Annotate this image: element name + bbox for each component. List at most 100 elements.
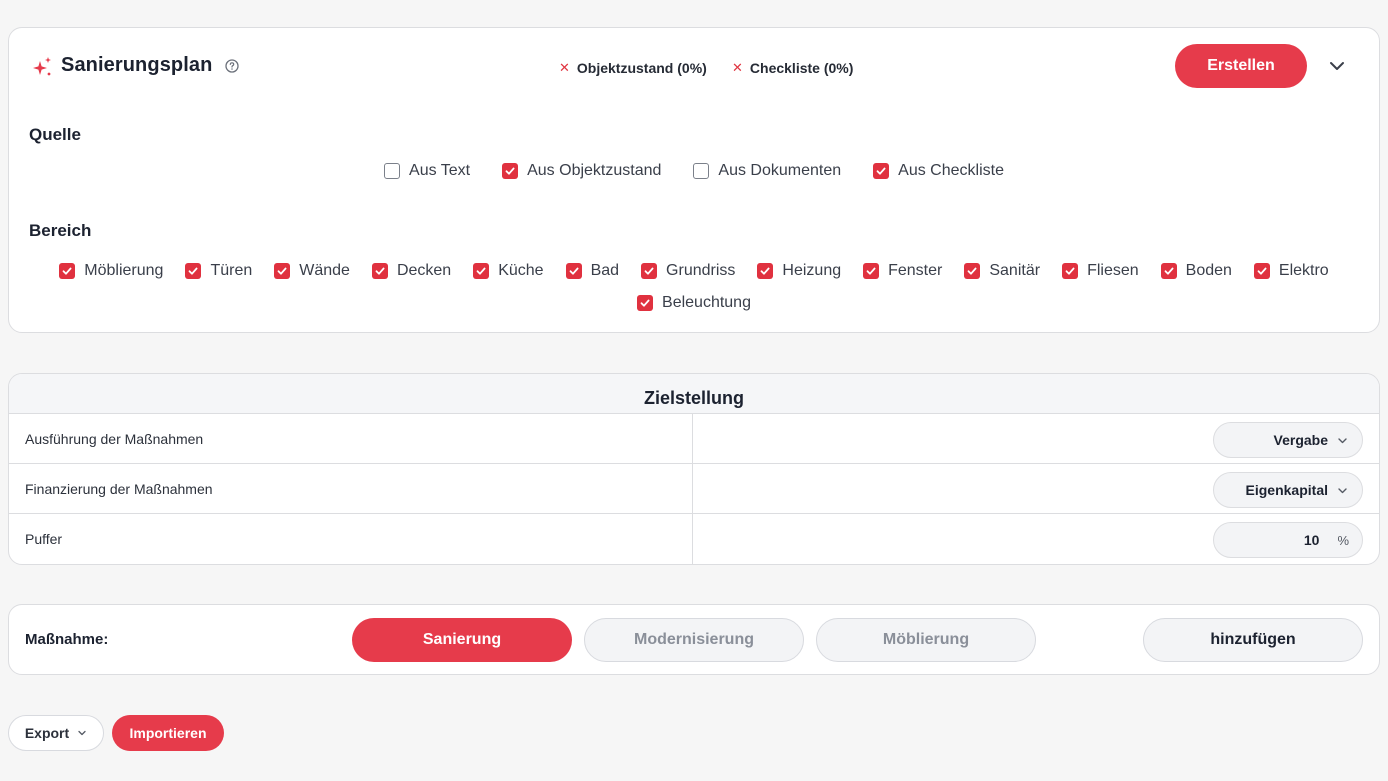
- checkbox-checked[interactable]: [1160, 263, 1177, 279]
- status-label: Checkliste (0%): [749, 60, 854, 76]
- checkbox-checked[interactable]: [863, 263, 880, 279]
- massnahme-label: Maßnahme:: [25, 631, 109, 648]
- quelle-options: Aus Text Aus Objektzustand Aus Dokumente…: [9, 162, 1379, 180]
- checkbox-checked[interactable]: [637, 295, 654, 311]
- help-circle-icon[interactable]: [225, 59, 239, 73]
- status-label: Objektzustand (0%): [576, 60, 707, 76]
- checkbox-label: Decken: [396, 262, 452, 279]
- checkbox-checked[interactable]: [59, 263, 76, 279]
- checkmark-icon: [1257, 267, 1267, 275]
- ausfuehrung-select[interactable]: Vergabe: [1213, 422, 1363, 458]
- checkbox-label: Küche: [498, 262, 544, 279]
- status-checkliste: ✕ Checkliste (0%): [732, 60, 853, 76]
- checkbox-checked[interactable]: [565, 263, 582, 279]
- checkbox-checked[interactable]: [274, 263, 291, 279]
- chevron-down-icon[interactable]: [1327, 56, 1347, 76]
- quelle-option-aus-text[interactable]: Aus Text: [384, 162, 470, 180]
- finanzierung-select[interactable]: Eigenkapital: [1213, 472, 1363, 508]
- bereich-label: Bereich: [29, 221, 92, 240]
- checkbox-checked[interactable]: [1253, 263, 1270, 279]
- bereich-option-beleuchtung[interactable]: Beleuchtung: [637, 294, 751, 312]
- export-button[interactable]: Export: [8, 715, 104, 751]
- checkbox-label: Aus Checkliste: [898, 162, 1004, 179]
- checkbox-label: Aus Dokumenten: [718, 162, 842, 179]
- checkbox-label: Wände: [299, 262, 350, 279]
- bereich-option-decken[interactable]: Decken: [371, 262, 452, 280]
- checkbox-label: Boden: [1185, 262, 1232, 279]
- bereich-options: Möblierung Türen Wände Decken Küche Bad …: [9, 262, 1379, 280]
- checkbox-checked[interactable]: [873, 163, 890, 179]
- checkmark-icon: [277, 267, 287, 275]
- checkmark-icon: [189, 267, 198, 275]
- row-label: Finanzierung der Maßnahmen: [9, 464, 693, 513]
- chevron-down-icon: [1338, 487, 1347, 493]
- puffer-input[interactable]: 10 %: [1213, 522, 1363, 558]
- bereich-options-row2: Beleuchtung: [9, 294, 1379, 312]
- quelle-option-aus-objektzustand[interactable]: Aus Objektzustand: [502, 162, 661, 180]
- checkmark-icon: [640, 299, 650, 307]
- bereich-option-sanitaer[interactable]: Sanitär: [964, 262, 1040, 280]
- bereich-option-heizung[interactable]: Heizung: [757, 262, 841, 280]
- checkbox-checked[interactable]: [964, 263, 981, 279]
- quelle-option-aus-checkliste[interactable]: Aus Checkliste: [873, 162, 1004, 180]
- checkbox-label: Bad: [590, 262, 620, 279]
- checkbox-label: Sanitär: [989, 262, 1041, 279]
- row-value-cell: Vergabe: [693, 414, 1379, 463]
- checkmark-icon: [1065, 267, 1075, 275]
- tab-moeblierung[interactable]: Möblierung: [816, 618, 1036, 662]
- checkbox-label: Elektro: [1278, 262, 1329, 279]
- checkbox-checked[interactable]: [371, 263, 388, 279]
- checkmark-icon: [967, 267, 977, 275]
- checkbox-label: Fliesen: [1087, 262, 1139, 279]
- checkbox-checked[interactable]: [757, 263, 774, 279]
- zielstellung-title: Zielstellung: [9, 374, 1379, 414]
- bereich-option-moeblierung[interactable]: Möblierung: [59, 262, 163, 280]
- table-row: Puffer 10 %: [9, 514, 1379, 564]
- bereich-option-bad[interactable]: Bad: [565, 262, 620, 280]
- checkbox[interactable]: [384, 163, 401, 179]
- checkmark-icon: [375, 267, 385, 275]
- checkbox-label: Möblierung: [84, 262, 164, 279]
- quelle-option-aus-dokumenten[interactable]: Aus Dokumenten: [693, 162, 841, 180]
- status-objektzustand: ✕ Objektzustand (0%): [559, 60, 707, 76]
- checkbox[interactable]: [693, 163, 710, 179]
- checkbox-checked[interactable]: [473, 263, 490, 279]
- erstellen-button[interactable]: Erstellen: [1175, 44, 1307, 88]
- checkbox-checked[interactable]: [641, 263, 658, 279]
- checkmark-icon: [876, 167, 886, 175]
- checkmark-icon: [866, 267, 876, 275]
- bereich-option-tueren[interactable]: Türen: [185, 262, 252, 280]
- checkmark-icon: [505, 167, 515, 175]
- checkmark-icon: [476, 267, 486, 275]
- checkbox-checked[interactable]: [1062, 263, 1079, 279]
- table-row: Ausführung der Maßnahmen Vergabe: [9, 414, 1379, 464]
- zielstellung-card: Zielstellung Ausführung der Maßnahmen Ve…: [8, 373, 1380, 565]
- bereich-option-fenster[interactable]: Fenster: [863, 262, 942, 280]
- bereich-option-grundriss[interactable]: Grundriss: [641, 262, 735, 280]
- checkbox-checked[interactable]: [185, 263, 202, 279]
- input-value: 10: [1303, 532, 1320, 548]
- bereich-option-elektro[interactable]: Elektro: [1253, 262, 1329, 280]
- bereich-option-waende[interactable]: Wände: [274, 262, 350, 280]
- massnahme-card: Maßnahme: Sanierung Modernisierung Möbli…: [8, 604, 1380, 675]
- checkbox-checked[interactable]: [502, 163, 519, 179]
- tab-modernisierung[interactable]: Modernisierung: [584, 618, 804, 662]
- bereich-option-fliesen[interactable]: Fliesen: [1062, 262, 1139, 280]
- tab-sanierung[interactable]: Sanierung: [352, 618, 572, 662]
- bereich-option-kueche[interactable]: Küche: [473, 262, 544, 280]
- select-value: Eigenkapital: [1245, 482, 1328, 498]
- table-row: Finanzierung der Maßnahmen Eigenkapital: [9, 464, 1379, 514]
- bereich-option-boden[interactable]: Boden: [1160, 262, 1232, 280]
- checkbox-label: Aus Objektzustand: [527, 162, 662, 179]
- importieren-button[interactable]: Importieren: [112, 715, 224, 751]
- row-value-cell: 10 %: [693, 514, 1379, 564]
- checkmark-icon: [62, 267, 72, 275]
- checkmark-icon: [644, 267, 654, 275]
- row-value-cell: Eigenkapital: [693, 464, 1379, 513]
- hinzufuegen-button[interactable]: hinzufügen: [1143, 618, 1363, 662]
- close-x-icon: ✕: [559, 60, 570, 75]
- chevron-down-icon: [78, 730, 86, 736]
- chevron-down-icon: [1338, 437, 1347, 443]
- checkbox-label: Grundriss: [666, 262, 736, 279]
- page-title: Sanierungsplan: [61, 54, 213, 76]
